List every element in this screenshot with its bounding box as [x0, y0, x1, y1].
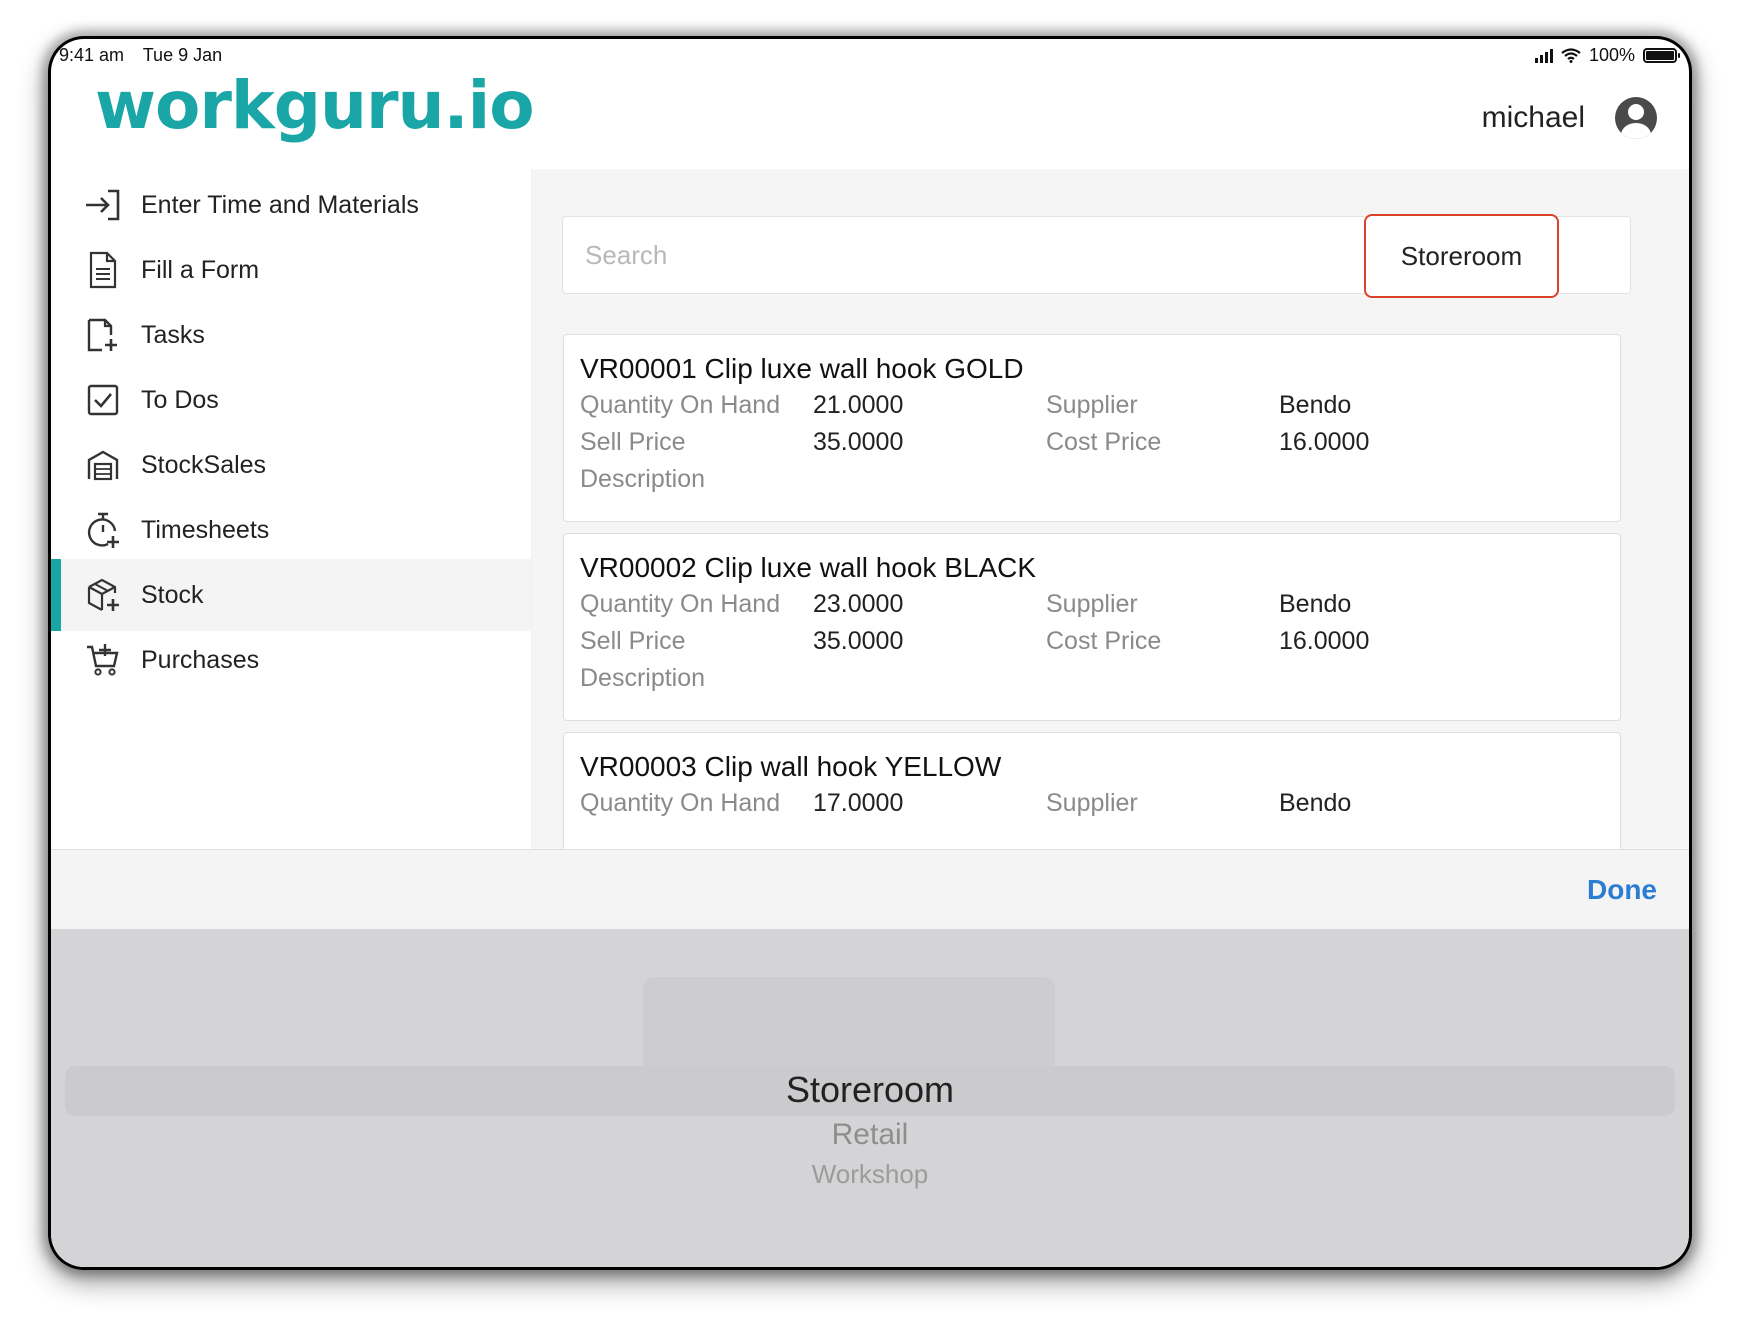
sidebar-item-stocksales[interactable]: StockSales [51, 429, 531, 501]
user-avatar-icon[interactable] [1615, 97, 1657, 139]
sidebar-item-fill-a-form[interactable]: Fill a Form [51, 234, 531, 306]
supplier-value: Bendo [1279, 590, 1352, 618]
battery-icon [1643, 48, 1680, 63]
stopwatch-icon [83, 510, 123, 550]
checkbox-icon [83, 380, 123, 420]
stock-item-title: VR00003 Clip wall hook YELLOW [580, 751, 1002, 782]
sidebar-item-tasks[interactable]: Tasks [51, 299, 531, 371]
location-selector-button[interactable]: Storeroom [1364, 214, 1559, 298]
location-picker[interactable]: Storeroom Retail Workshop [51, 929, 1689, 1267]
signal-icon [1534, 48, 1553, 63]
store-icon [83, 445, 123, 485]
cost-price-value: 16.0000 [1279, 428, 1370, 456]
stock-item-card[interactable]: VR00001 Clip luxe wall hook GOLD Quantit… [563, 334, 1621, 522]
done-button[interactable]: Done [1587, 874, 1657, 906]
sidebar-item-label: Purchases [141, 645, 260, 674]
cart-add-icon [83, 640, 123, 680]
sidebar: Enter Time and Materials Fill a Form Tas… [51, 169, 532, 849]
wifi-icon [1561, 48, 1581, 63]
sidebar-item-label: Stock [141, 580, 204, 609]
user-menu[interactable]: michael [1482, 97, 1657, 139]
picker-option-retail[interactable]: Retail [51, 1118, 1689, 1152]
device-frame: 9:41 am Tue 9 Jan 100% workguru.io micha… [48, 36, 1692, 1270]
supplier-label: Supplier [1046, 590, 1138, 618]
sell-price-label: Sell Price [580, 428, 686, 456]
cost-price-label: Cost Price [1046, 428, 1162, 456]
qty-label: Quantity On Hand [580, 789, 781, 817]
supplier-label: Supplier [1046, 789, 1138, 817]
sidebar-item-purchases[interactable]: Purchases [51, 624, 531, 696]
sidebar-item-label: Tasks [141, 320, 205, 349]
description-label: Description [580, 664, 706, 692]
sidebar-item-timesheets[interactable]: Timesheets [51, 494, 531, 566]
cost-price-value: 16.0000 [1279, 627, 1370, 655]
stock-list-panel: Storeroom VR00001 Clip luxe wall hook GO… [532, 169, 1689, 849]
stock-item-card[interactable]: VR00003 Clip wall hook YELLOW Quantity O… [563, 732, 1621, 849]
search-input[interactable] [583, 239, 1227, 272]
status-date: Tue 9 Jan [142, 45, 223, 65]
description-label: Description [580, 465, 706, 493]
sidebar-item-label: Fill a Form [141, 255, 260, 284]
qty-label: Quantity On Hand [580, 590, 781, 618]
sell-price-value: 35.0000 [813, 428, 904, 456]
task-add-icon [83, 315, 123, 355]
search-bar: Storeroom [562, 214, 1631, 298]
username: michael [1481, 101, 1585, 134]
sell-price-label: Sell Price [580, 627, 686, 655]
qty-value: 17.0000 [813, 789, 904, 817]
picker-toolbar: Done [51, 849, 1689, 930]
stock-item-title: VR00001 Clip luxe wall hook GOLD [580, 353, 1024, 384]
supplier-label: Supplier [1046, 391, 1138, 419]
enter-arrow-icon [83, 185, 123, 225]
sidebar-item-label: To Dos [141, 385, 219, 414]
picker-option-workshop[interactable]: Workshop [51, 1159, 1689, 1190]
screen: 9:41 am Tue 9 Jan 100% workguru.io micha… [51, 39, 1689, 1267]
document-icon [83, 250, 123, 290]
sidebar-item-to-dos[interactable]: To Dos [51, 364, 531, 436]
sidebar-item-stock[interactable]: Stock [51, 559, 531, 631]
picker-option-storeroom[interactable]: Storeroom [51, 1069, 1689, 1111]
status-time: 9:41 am [59, 45, 125, 65]
background-ghost-panel [643, 977, 1055, 1073]
box-add-icon [83, 575, 123, 615]
supplier-value: Bendo [1279, 391, 1352, 419]
cost-price-label: Cost Price [1046, 627, 1162, 655]
sidebar-item-label: Enter Time and Materials [141, 190, 419, 219]
sidebar-item-enter-time-and-materials[interactable]: Enter Time and Materials [51, 169, 531, 241]
sidebar-item-label: StockSales [141, 450, 267, 479]
qty-label: Quantity On Hand [580, 391, 781, 419]
stock-item-card[interactable]: VR00002 Clip luxe wall hook BLACK Quanti… [563, 533, 1621, 721]
sell-price-value: 35.0000 [813, 627, 904, 655]
sidebar-item-label: Timesheets [141, 515, 270, 544]
battery-percent: 100% [1588, 45, 1635, 65]
workguru-logo: workguru.io [95, 67, 535, 144]
qty-value: 23.0000 [813, 590, 904, 618]
qty-value: 21.0000 [813, 391, 904, 419]
supplier-value: Bendo [1279, 789, 1352, 817]
stock-item-title: VR00002 Clip luxe wall hook BLACK [580, 552, 1037, 583]
